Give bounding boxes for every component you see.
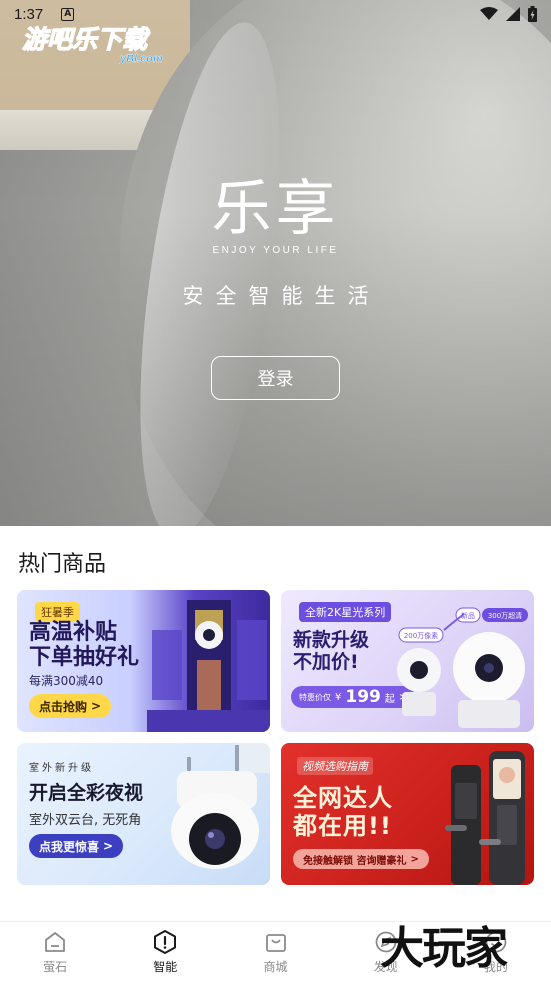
badge-right: 300万超清 [488,611,522,620]
nav-item-home[interactable]: 萤石 [0,922,110,981]
watermark-domain: yBl.com [119,53,163,64]
signal-icon [506,7,520,21]
promo-headline-line1: 高温补贴 [29,620,118,645]
promo-cta-label: 点击抢购 [39,699,88,714]
promo-cta-label: 点我更惊喜 [39,839,100,854]
smart-lock-image [445,751,525,885]
main-content: 热门商品 狂暑季 高温补贴 下单抽好礼 每满300减40 点击抢购 > 全新2K… [0,526,551,921]
promo-headline: 全网达人 都在用!! [293,784,393,840]
promo-card-smart-lock[interactable]: 视频选购指南 全网达人 都在用!! 免接触解锁 咨询赠豪礼 > [281,743,534,885]
chevron-right-icon: > [103,839,114,853]
nav-item-smart[interactable]: 智能 [110,922,220,981]
promo-headline: 开启全彩夜视 [29,782,144,804]
nav-label-smart: 智能 [153,959,178,974]
hero-shade [0,0,551,526]
price-value: 199 [345,687,381,707]
futuristic-building-image [147,600,270,732]
nav-label-shop: 商城 [263,959,288,974]
promo-sub: 室外双云台, 无死角 [29,813,142,828]
watermark-logo: 游吧乐下载 yBl.com [20,20,180,68]
hero-subtitle: ENJOY YOUR LIFE [212,245,339,256]
promo-cta-label: 免接触解锁 咨询赠豪礼 [303,855,407,867]
wifi-icon [480,7,498,20]
shop-bag-icon [265,933,286,952]
camera-product-image: 200万像素 新品 300万超清 [397,607,528,728]
promo-headline: 新款升级 不加价! [293,629,370,674]
promo-headline-line2: 下单抽好礼 [29,645,140,671]
login-button[interactable]: 登录 [211,356,340,400]
home-icon [45,931,65,952]
promo-card-new-series[interactable]: 全新2K星光系列 新款升级 不加价! 特惠价仅 ¥ 199 起 > 200万像素… [281,590,534,732]
status-icons [480,6,537,22]
price-symbol: ¥ [335,691,342,703]
section-title: 热门商品 [18,552,107,577]
promo-tag: 狂暑季 [35,602,80,622]
corner-watermark: 大玩家 [380,923,508,974]
promo-card-summer[interactable]: 狂暑季 高温补贴 下单抽好礼 每满300减40 点击抢购 > [17,590,270,732]
price-label: 特惠价仅 [299,692,331,702]
hero-banner: 乐享 ENJOY YOUR LIFE 安全智能生活 登录 [0,0,551,526]
watermark-brand: 游吧乐下载 [22,25,151,54]
hero-title: 乐享 [211,174,340,244]
promo-card-night-vision[interactable]: 室外新升级 开启全彩夜视 室外双云台, 无死角 点我更惊喜 > [17,743,270,885]
promo-tag: 全新2K星光系列 [299,602,392,622]
promo-headline-line2: 都在用!! [293,811,392,840]
hero-slogan: 安全智能生活 [182,284,381,308]
promo-cta-button[interactable]: 点击抢购 > [29,694,112,718]
promo-headline: 高温补贴 下单抽好礼 [29,620,139,671]
outdoor-camera-image [171,743,270,869]
nav-item-shop[interactable]: 商城 [220,922,330,981]
nav-label-home: 萤石 [43,959,68,974]
watermark-logo-graphic: 游吧乐下载 yBl.com [21,24,163,65]
promo-headline-line1: 新款升级 [293,629,370,651]
badge-left: 200万像素 [404,631,438,640]
promo-cta-button[interactable]: 点我更惊喜 > [29,834,124,858]
promo-cta-button[interactable]: 免接触解锁 咨询赠豪礼 > [293,849,429,869]
chevron-right-icon: > [91,699,102,713]
promo-kicker: 室外新升级 [29,763,94,774]
notification-a-icon: A [61,7,75,21]
battery-icon [528,6,537,22]
smart-icon [154,929,177,954]
promo-headline-line2: 不加价! [293,650,359,673]
promo-sub: 每满300减40 [29,674,104,688]
promo-kicker: 视频选购指南 [297,757,373,775]
promo-headline-line1: 全网达人 [293,784,393,812]
chevron-right-icon: > [410,853,419,865]
